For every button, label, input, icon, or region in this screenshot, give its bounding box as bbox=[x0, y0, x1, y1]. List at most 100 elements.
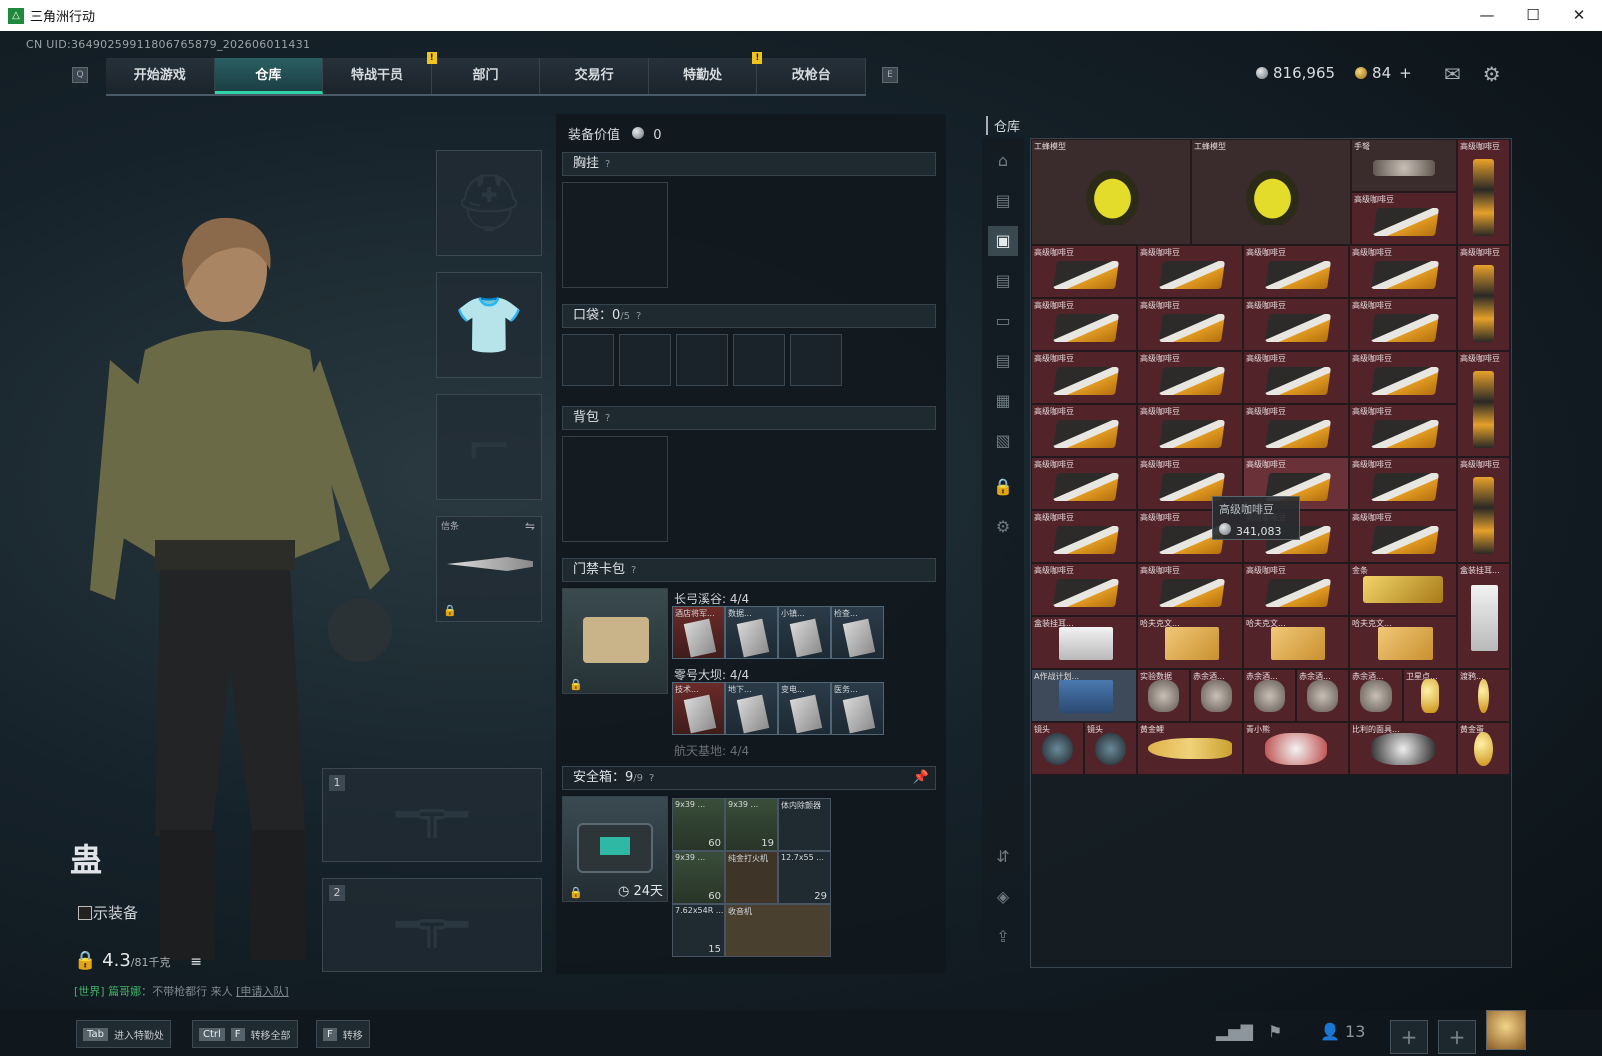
swap-icon[interactable]: ⇋ bbox=[525, 519, 535, 533]
keycard-item[interactable]: 医务... bbox=[831, 682, 884, 735]
warehouse-item[interactable]: 高级咖啡豆 bbox=[1349, 404, 1457, 457]
pocket-slot[interactable] bbox=[733, 334, 785, 386]
keycard-case-slot[interactable]: 🔒 bbox=[562, 588, 668, 694]
chat-apply-link[interactable]: [申请入队] bbox=[236, 985, 289, 998]
help-icon[interactable]: ? bbox=[636, 311, 641, 322]
keycard-item[interactable]: 酒店将军... bbox=[672, 606, 725, 659]
warehouse-item[interactable]: 高级咖啡豆 bbox=[1351, 192, 1457, 245]
warehouse-item[interactable]: 高级咖啡豆 bbox=[1243, 351, 1349, 404]
warehouse-item[interactable]: 高级咖啡豆 bbox=[1457, 139, 1510, 245]
helmet-slot[interactable]: ⛑ bbox=[436, 150, 542, 256]
list-icon[interactable]: ≡ bbox=[190, 954, 202, 970]
warehouse-item[interactable]: 镜头 bbox=[1084, 722, 1137, 775]
tab-start-game[interactable]: 开始游戏 bbox=[106, 58, 215, 94]
warehouse-item[interactable]: 高级咖啡豆 bbox=[1349, 510, 1457, 563]
warehouse-item[interactable]: 高级咖啡豆 bbox=[1137, 563, 1243, 616]
storage-tab-icon[interactable]: ▭ bbox=[988, 306, 1018, 336]
pistol-slot[interactable]: ⌐ bbox=[436, 394, 542, 500]
help-icon[interactable]: ? bbox=[605, 413, 610, 424]
help-icon[interactable]: ? bbox=[631, 565, 636, 576]
stats-icon[interactable]: ▂▅▇ bbox=[1216, 1022, 1253, 1041]
pocket-slot[interactable] bbox=[562, 334, 614, 386]
warehouse-item[interactable]: 金条 bbox=[1349, 563, 1457, 616]
warehouse-item[interactable]: 黄金蛋 bbox=[1457, 722, 1510, 775]
layers-icon[interactable]: ◈ bbox=[988, 882, 1018, 912]
invite-slot-button[interactable]: + bbox=[1390, 1020, 1428, 1054]
armor-slot[interactable]: 👕 bbox=[436, 272, 542, 378]
warehouse-item[interactable]: 盒装挂耳... bbox=[1031, 616, 1137, 669]
warehouse-item[interactable]: 高级咖啡豆 bbox=[1243, 404, 1349, 457]
warehouse-item[interactable]: 高级咖啡豆 bbox=[1031, 457, 1137, 510]
keycard-item[interactable]: 技术... bbox=[672, 682, 725, 735]
keycard-item[interactable]: 检查... bbox=[831, 606, 884, 659]
melee-slot[interactable]: 信条 ⇋ 🔒 bbox=[436, 516, 542, 622]
warehouse-item[interactable]: 镜头 bbox=[1031, 722, 1084, 775]
warehouse-item[interactable]: 哈夫克文... bbox=[1349, 616, 1457, 669]
minimize-button[interactable]: — bbox=[1464, 0, 1510, 31]
warehouse-item[interactable]: 比利的面具... bbox=[1349, 722, 1457, 775]
show-equip-toggle[interactable]: 显示装备 bbox=[78, 902, 138, 923]
warehouse-item[interactable]: 黄金鲤 bbox=[1137, 722, 1243, 775]
primary-weapon-slot-2[interactable]: 2 ━╦━ bbox=[322, 878, 542, 972]
settings-icon[interactable]: ⚙ bbox=[988, 512, 1018, 542]
warehouse-item[interactable]: 工蜂模型 bbox=[1191, 139, 1351, 245]
warehouse-item[interactable]: 高级咖啡豆 bbox=[1243, 563, 1349, 616]
warehouse-item[interactable]: 工蜂模型 bbox=[1031, 139, 1191, 245]
safe-item[interactable]: 体内除颤器 bbox=[778, 798, 831, 851]
sort-icon[interactable]: ⇵ bbox=[988, 842, 1018, 872]
warehouse-item[interactable]: 高级咖啡豆 bbox=[1031, 563, 1137, 616]
warehouse-item[interactable]: 高级咖啡豆 bbox=[1349, 351, 1457, 404]
warehouse-item[interactable]: 哈夫克文... bbox=[1243, 616, 1349, 669]
warehouse-item[interactable]: 渡鸦... bbox=[1457, 669, 1510, 722]
warehouse-item[interactable]: 赤余酒... bbox=[1349, 669, 1403, 722]
show-equip-checkbox[interactable] bbox=[78, 905, 92, 920]
keycard-item[interactable]: 数据... bbox=[725, 606, 778, 659]
add-currency-button[interactable]: + bbox=[1399, 64, 1412, 82]
settings-gear-icon[interactable]: ⚙ bbox=[1483, 62, 1501, 86]
export-icon[interactable]: ⇪ bbox=[988, 922, 1018, 952]
flag-icon[interactable]: ⚑ bbox=[1268, 1022, 1282, 1041]
primary-weapon-slot-1[interactable]: 1 ━╦━ bbox=[322, 768, 542, 862]
storage-tab-icon[interactable]: ▤ bbox=[988, 346, 1018, 376]
warehouse-item[interactable]: 高级咖啡豆 bbox=[1349, 245, 1457, 298]
warehouse-item[interactable]: 高级咖啡豆 bbox=[1031, 245, 1137, 298]
backpack-slot[interactable] bbox=[562, 436, 668, 542]
safe-item[interactable]: 9x39 ... 19 bbox=[725, 798, 778, 851]
warehouse-item[interactable]: 高级咖啡豆 bbox=[1137, 404, 1243, 457]
warehouse-item[interactable]: 青小熊 bbox=[1243, 722, 1349, 775]
transfer-all-hint[interactable]: Ctrl F 转移全部 bbox=[192, 1020, 298, 1048]
storage-home-icon[interactable]: ⌂ bbox=[988, 146, 1018, 176]
warehouse-item[interactable]: 高级咖啡豆 bbox=[1457, 351, 1510, 457]
chest-rig-slot[interactable] bbox=[562, 182, 668, 288]
tab-operators[interactable]: 特战干员! bbox=[323, 52, 437, 94]
friends-icon[interactable]: 👤 13 bbox=[1320, 1022, 1365, 1041]
close-button[interactable]: ✕ bbox=[1556, 0, 1602, 31]
tab-warehouse[interactable]: 仓库 bbox=[214, 58, 324, 94]
storage-tab-icon[interactable]: ▣ bbox=[988, 226, 1018, 256]
warehouse-item[interactable]: A作战计划... bbox=[1031, 669, 1137, 722]
transfer-hint[interactable]: F 转移 bbox=[316, 1020, 370, 1048]
warehouse-item[interactable]: 赤余酒... bbox=[1243, 669, 1296, 722]
storage-tab-icon[interactable]: ▧ bbox=[988, 426, 1018, 456]
warehouse-item[interactable]: 高级咖啡豆 bbox=[1137, 351, 1243, 404]
safe-item[interactable]: 9x39 ... 60 bbox=[672, 798, 725, 851]
nav-prev-key[interactable]: Q bbox=[72, 67, 88, 83]
pocket-slot[interactable] bbox=[790, 334, 842, 386]
warehouse-item[interactable]: 手弩 bbox=[1351, 139, 1457, 192]
warehouse-item[interactable]: 卫星点... bbox=[1403, 669, 1457, 722]
safe-box-slot[interactable]: 🔒 ◷ 24天 bbox=[562, 796, 668, 902]
keycard-item[interactable]: 变电... bbox=[778, 682, 831, 735]
safe-item[interactable]: 纯金打火机 bbox=[725, 851, 778, 904]
player-avatar[interactable] bbox=[1486, 1010, 1526, 1050]
tab-gunsmith[interactable]: 改枪台 bbox=[757, 58, 867, 94]
storage-tab-icon[interactable]: ▤ bbox=[988, 186, 1018, 216]
pin-icon[interactable]: 📌 bbox=[913, 767, 929, 789]
warehouse-item[interactable]: 高级咖啡豆 bbox=[1137, 298, 1243, 351]
warehouse-item[interactable]: 高级咖啡豆 bbox=[1349, 298, 1457, 351]
warehouse-item[interactable]: 高级咖啡豆 bbox=[1457, 457, 1510, 563]
safe-item[interactable]: 9x39 ... 60 bbox=[672, 851, 725, 904]
tab-special-ops[interactable]: 特勤处! bbox=[649, 52, 763, 94]
warehouse-item[interactable]: 高级咖啡豆 bbox=[1137, 245, 1243, 298]
warehouse-item[interactable]: 高级咖啡豆 bbox=[1031, 298, 1137, 351]
safe-item[interactable]: 12.7x55 ... 29 bbox=[778, 851, 831, 904]
